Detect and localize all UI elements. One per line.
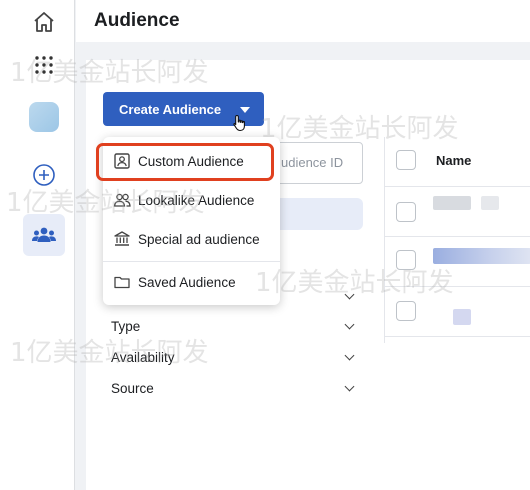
building-icon [114, 231, 130, 246]
folder-icon [114, 276, 130, 289]
home-icon [34, 12, 54, 32]
caret-down-icon [240, 107, 250, 113]
redacted-cell [453, 309, 471, 325]
menu-divider [103, 261, 280, 262]
audiences-nav-button[interactable] [23, 214, 65, 256]
account-thumbnail [29, 102, 59, 132]
chevron-down-icon [344, 350, 355, 360]
menu-item-label: Special ad audience [138, 231, 260, 247]
page-title: Audience [94, 10, 180, 31]
menu-item-saved-audience[interactable]: Saved Audience [113, 268, 236, 296]
column-header-name[interactable]: Name [436, 153, 471, 168]
create-audience-label: Create Audience [119, 101, 222, 117]
watermark-text: 1亿美金站长阿发 [10, 338, 209, 368]
search-placeholder: udience ID [281, 155, 344, 170]
home-button[interactable] [23, 1, 65, 43]
table-row[interactable] [385, 187, 530, 237]
page-header: Audience [76, 0, 530, 42]
hand-cursor-icon [233, 114, 245, 132]
filter-pill[interactable] [268, 198, 363, 230]
watermark-text: 1亿美金站长阿发 [260, 114, 459, 144]
watermark-text: 1亿美金站长阿发 [6, 188, 205, 218]
chevron-down-icon [344, 381, 355, 391]
filter-source-label: Source [111, 380, 154, 396]
redacted-cell [433, 196, 471, 210]
select-all-checkbox[interactable] [396, 150, 416, 170]
row-checkbox[interactable] [396, 202, 416, 222]
menu-item-special-ad-audience[interactable]: Special ad audience [113, 225, 260, 253]
audience-table: Name [384, 137, 530, 343]
filter-source[interactable]: Source [111, 378, 356, 398]
search-input[interactable]: udience ID [268, 142, 363, 184]
menu-item-label: Saved Audience [138, 274, 236, 290]
redacted-cell [481, 196, 499, 210]
highlight-annotation [96, 143, 274, 181]
account-switcher[interactable] [23, 96, 65, 138]
audience-people-icon [32, 227, 56, 242]
row-checkbox[interactable] [396, 301, 416, 321]
watermark-text: 1亿美金站长阿发 [10, 58, 209, 88]
watermark-text: 1亿美金站长阿发 [255, 268, 454, 298]
chevron-down-icon [344, 319, 355, 329]
